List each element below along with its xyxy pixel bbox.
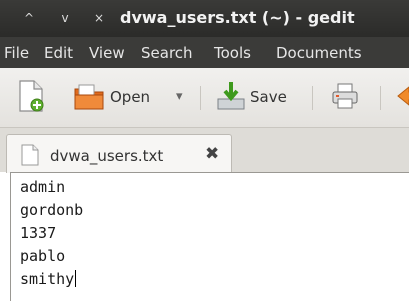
window-down-button[interactable]: v xyxy=(56,9,74,27)
text-document-icon xyxy=(21,144,39,166)
tab-dvwa-users[interactable]: dvwa_users.txt ✖ xyxy=(6,134,232,173)
save-button[interactable] xyxy=(214,79,248,113)
editor-line[interactable]: admin xyxy=(20,178,65,196)
window-title: dvwa_users.txt (~) - gedit xyxy=(120,8,355,27)
editor-line[interactable]: gordonb xyxy=(20,201,83,219)
save-label[interactable]: Save xyxy=(250,88,287,106)
window-up-button[interactable]: ^ xyxy=(20,9,38,27)
toolbar: Open ▾ Save xyxy=(0,68,409,128)
folder-icon xyxy=(74,84,104,110)
tab-close-icon[interactable]: ✖ xyxy=(205,144,219,164)
toolbar-separator xyxy=(380,86,381,110)
editor-line[interactable]: 1337 xyxy=(20,224,56,242)
undo-arrow-icon xyxy=(397,86,409,106)
menu-bar: File Edit View Search Tools Documents xyxy=(0,37,409,68)
window-close-button[interactable]: × xyxy=(90,9,108,27)
save-icon xyxy=(217,82,245,110)
open-button[interactable] xyxy=(72,79,106,113)
menu-file[interactable]: File xyxy=(4,44,29,62)
text-cursor xyxy=(75,270,77,287)
menu-view[interactable]: View xyxy=(89,44,125,62)
editor-line-text[interactable]: smithy xyxy=(20,270,74,288)
print-button[interactable] xyxy=(330,79,360,113)
editor-line-active[interactable]: smithy xyxy=(20,270,77,288)
tab-label[interactable]: dvwa_users.txt xyxy=(50,147,163,165)
new-document-button[interactable] xyxy=(16,79,46,113)
menu-edit[interactable]: Edit xyxy=(44,44,73,62)
toolbar-separator xyxy=(312,86,313,110)
open-label[interactable]: Open xyxy=(110,88,150,106)
title-bar: ^ v × dvwa_users.txt (~) - gedit xyxy=(0,0,409,37)
undo-button[interactable] xyxy=(396,79,409,113)
menu-tools[interactable]: Tools xyxy=(214,44,251,62)
new-document-icon xyxy=(19,80,44,112)
editor-line[interactable]: pablo xyxy=(20,247,65,265)
menu-search[interactable]: Search xyxy=(141,44,193,62)
gedit-window: ^ v × dvwa_users.txt (~) - gedit File Ed… xyxy=(0,0,409,301)
menu-documents[interactable]: Documents xyxy=(276,44,362,62)
open-dropdown-arrow[interactable]: ▾ xyxy=(176,89,183,104)
toolbar-separator xyxy=(200,86,201,110)
tab-bar: dvwa_users.txt ✖ xyxy=(0,128,409,173)
printer-icon xyxy=(332,83,358,109)
text-editor[interactable]: admin gordonb 1337 pablo smithy xyxy=(10,172,409,301)
